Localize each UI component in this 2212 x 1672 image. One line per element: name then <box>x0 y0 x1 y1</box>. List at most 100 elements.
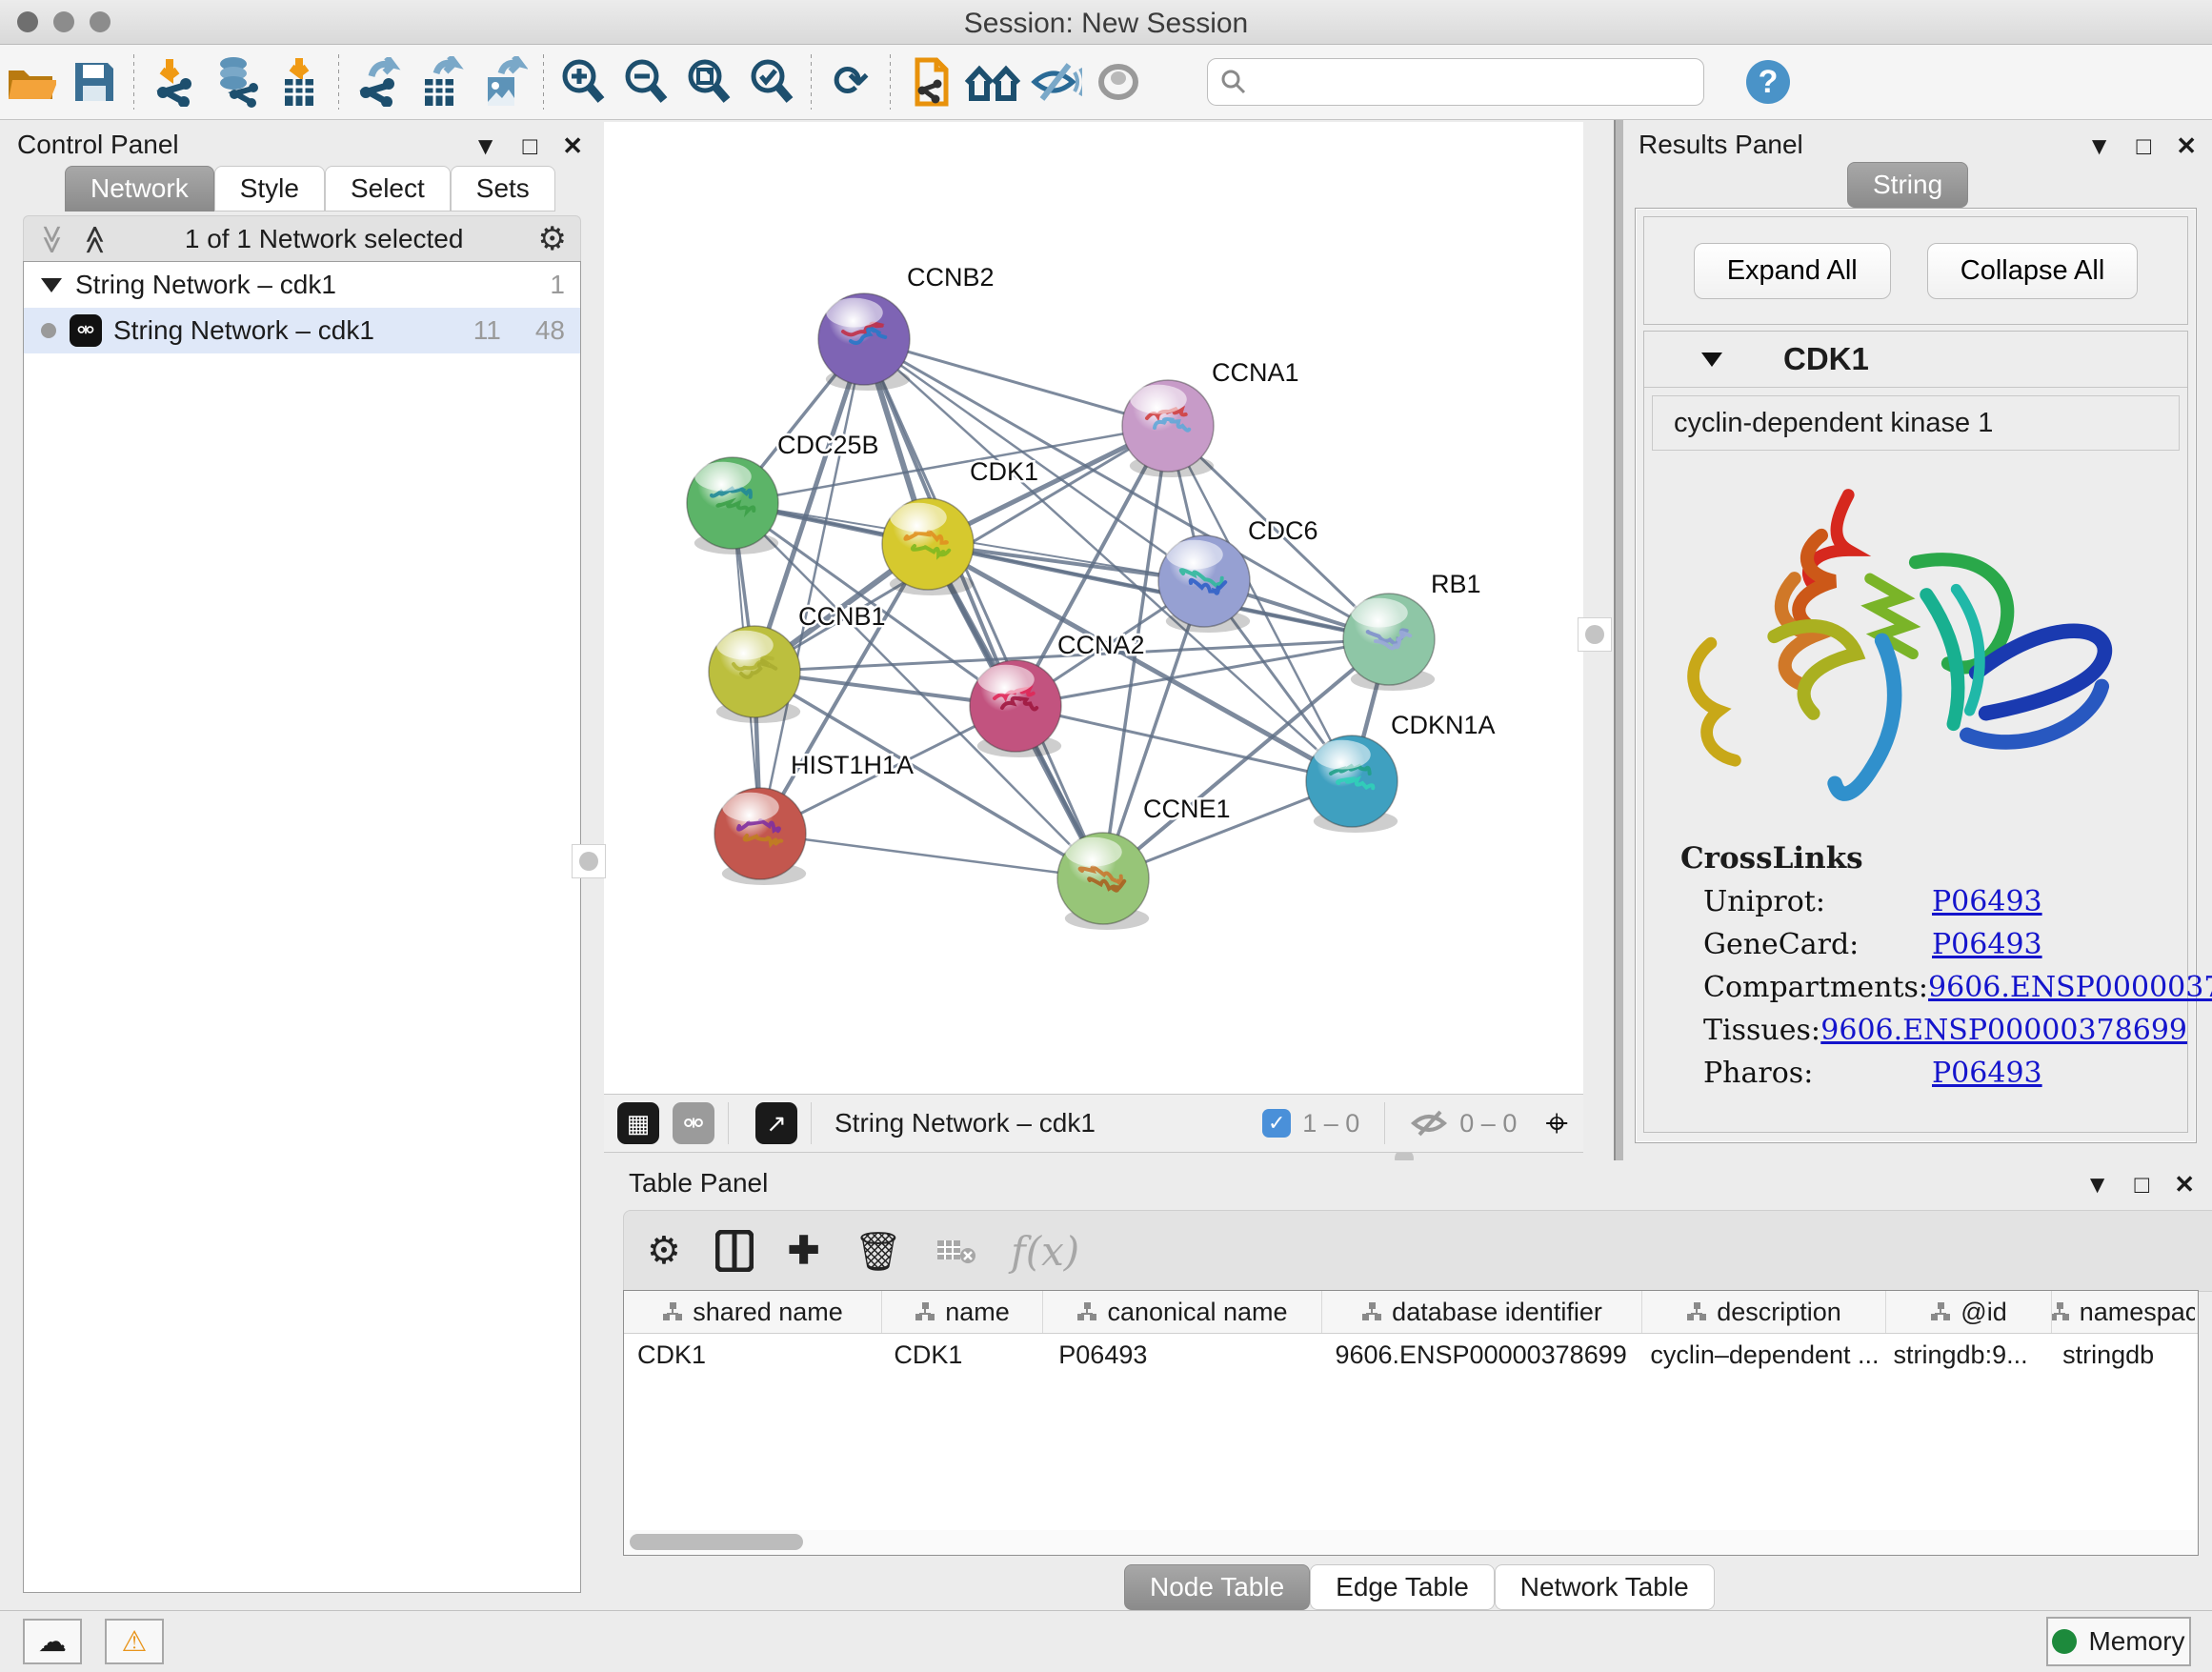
table-horizontal-scrollbar[interactable] <box>623 1530 2199 1556</box>
zoom-fit-button[interactable] <box>677 51 740 112</box>
tab-edge-table[interactable]: Edge Table <box>1310 1564 1495 1610</box>
cloud-status-button[interactable]: ☁ <box>23 1619 82 1664</box>
crosslink-genecard-link[interactable]: P06493 <box>1932 928 2042 961</box>
column-header[interactable]: @id <box>1886 1291 2052 1333</box>
import-network-button[interactable] <box>142 51 205 112</box>
show-columns-icon[interactable] <box>715 1230 754 1272</box>
column-header[interactable]: canonical name <box>1043 1291 1322 1333</box>
results-panel-menu-icon[interactable]: ▼ <box>2087 131 2112 161</box>
network-graph[interactable]: CCNB2CCNA1CDC25BCDK1CDC6RB1CCNB1CCNA2CDK… <box>604 122 1583 1094</box>
cell-description[interactable]: cyclin–dependent ... <box>1637 1334 1880 1376</box>
node-details-header[interactable]: CDK1 <box>1644 332 2187 388</box>
export-image-icon <box>480 56 528 108</box>
export-network-button[interactable] <box>347 51 410 112</box>
hide-selected-button[interactable] <box>1024 51 1087 112</box>
table-panel-float-icon[interactable]: □ <box>2134 1170 2149 1199</box>
column-header[interactable]: database identifier <box>1322 1291 1642 1333</box>
selected-nodes-checkbox-icon[interactable]: ✓ <box>1262 1109 1291 1138</box>
network-canvas[interactable]: CCNB2CCNA1CDC25BCDK1CDC6RB1CCNB1CCNA2CDK… <box>604 122 1583 1094</box>
tab-network[interactable]: Network <box>65 166 214 212</box>
crosslink-compartments-link[interactable]: 9606.ENSP00000378699 <box>1928 971 2212 1004</box>
column-header[interactable]: name <box>882 1291 1043 1333</box>
zoom-in-button[interactable] <box>552 51 614 112</box>
memory-button[interactable]: Memory <box>2046 1617 2191 1666</box>
warnings-button[interactable]: ⚠ <box>105 1619 164 1664</box>
network-share-icon[interactable]: ⚮ <box>673 1102 714 1144</box>
cell-id[interactable]: stringdb:9... <box>1880 1334 2050 1376</box>
node-CDKN1A[interactable]: CDKN1A <box>1306 711 1496 833</box>
table-row[interactable]: CDK1 CDK1 P06493 9606.ENSP00000378699 cy… <box>624 1334 2198 1376</box>
delete-column-icon[interactable]: 🗑 <box>854 1229 902 1274</box>
column-header[interactable]: namespac <box>2052 1291 2195 1333</box>
cell-name[interactable]: CDK1 <box>880 1334 1045 1376</box>
node-HIST1H1A[interactable]: HIST1H1A <box>714 751 914 885</box>
control-panel-float-icon[interactable]: □ <box>522 131 537 161</box>
right-splitter-grip[interactable] <box>1578 617 1612 652</box>
left-splitter-grip[interactable] <box>572 844 606 878</box>
crosslink-uniprot-link[interactable]: P06493 <box>1932 885 2042 918</box>
zoom-selected-button[interactable] <box>740 51 803 112</box>
column-header[interactable]: shared name <box>624 1291 882 1333</box>
cell-database-identifier[interactable]: 9606.ENSP00000378699 <box>1321 1334 1637 1376</box>
results-panel-close-icon[interactable]: ✕ <box>2176 131 2197 161</box>
expand-all-button[interactable]: Expand All <box>1694 243 1891 299</box>
cell-shared-name[interactable]: CDK1 <box>624 1334 880 1376</box>
tab-style[interactable]: Style <box>214 166 325 212</box>
add-column-icon[interactable]: ✚ <box>788 1229 820 1273</box>
control-panel-menu-icon[interactable]: ▼ <box>473 131 498 161</box>
refresh-layout-button[interactable]: ⟳ <box>819 51 882 112</box>
scrollbar-thumb[interactable] <box>630 1534 803 1550</box>
crosslink-tissues-link[interactable]: 9606.ENSP00000378699 <box>1820 1014 2187 1047</box>
node-RB1[interactable]: RB1 <box>1343 570 1481 691</box>
node-CCNE1[interactable]: CCNE1 <box>1057 795 1231 930</box>
edge-HIST1H1A-CCNE1[interactable] <box>760 834 1103 878</box>
open-session-button[interactable] <box>0 51 63 112</box>
table-panel-close-icon[interactable]: ✕ <box>2174 1170 2195 1199</box>
edge-CDK1-RB1[interactable] <box>928 544 1389 639</box>
tab-sets[interactable]: Sets <box>451 166 555 212</box>
expand-all-networks-icon[interactable]: ≫ <box>79 224 112 253</box>
protein-structure-image <box>1646 454 2185 828</box>
node-CCNA2[interactable]: CCNA2 <box>970 631 1145 757</box>
node-CDC25B[interactable]: CDC25B <box>687 431 879 554</box>
collection-expand-icon[interactable] <box>41 278 62 292</box>
network-collection-row[interactable]: String Network – cdk1 1 <box>24 262 580 308</box>
show-all-button[interactable] <box>1087 51 1150 112</box>
tab-string[interactable]: String <box>1847 162 1968 208</box>
edge-CCNA2-CDKN1A[interactable] <box>1016 706 1352 781</box>
birds-eye-view-icon[interactable]: ▦ <box>617 1102 659 1144</box>
export-table-button[interactable] <box>410 51 473 112</box>
export-view-icon[interactable]: ↗ <box>755 1102 797 1144</box>
save-session-button[interactable] <box>63 51 126 112</box>
cell-namespace[interactable]: stringdb <box>2049 1334 2198 1376</box>
panel-splitter[interactable] <box>1614 120 1623 1160</box>
home-button[interactable] <box>961 51 1024 112</box>
node-CCNA1[interactable]: CCNA1 <box>1122 358 1299 477</box>
zoom-out-button[interactable] <box>614 51 677 112</box>
table-settings-gear-icon[interactable]: ⚙ <box>647 1229 681 1273</box>
control-panel-close-icon[interactable]: ✕ <box>562 131 583 161</box>
help-button[interactable]: ? <box>1746 60 1790 104</box>
network-row[interactable]: ⚮ String Network – cdk1 11 48 <box>24 308 580 353</box>
search-input[interactable] <box>1246 67 1692 98</box>
collapse-all-networks-icon[interactable]: ≫ <box>35 224 69 253</box>
node-CDC6[interactable]: CDC6 <box>1158 516 1318 633</box>
tab-network-table[interactable]: Network Table <box>1495 1564 1715 1610</box>
import-table-button[interactable] <box>268 51 331 112</box>
fit-selected-crosshair-icon[interactable]: ⌖ <box>1545 1100 1568 1147</box>
results-panel-float-icon[interactable]: □ <box>2136 131 2151 161</box>
crosslink-pharos-link[interactable]: P06493 <box>1932 1057 2042 1090</box>
export-image-button[interactable] <box>473 51 535 112</box>
network-options-gear-icon[interactable]: ⚙ <box>538 220 567 258</box>
table-panel-menu-icon[interactable]: ▼ <box>2085 1170 2110 1199</box>
collapse-all-button[interactable]: Collapse All <box>1927 243 2139 299</box>
node-collapse-icon[interactable] <box>1701 353 1722 367</box>
tab-node-table[interactable]: Node Table <box>1124 1564 1310 1610</box>
edge-CCNB2-CCNA1[interactable] <box>864 339 1168 426</box>
open-string-doc-button[interactable] <box>898 51 961 112</box>
cell-canonical-name[interactable]: P06493 <box>1045 1334 1321 1376</box>
column-header[interactable]: description <box>1642 1291 1886 1333</box>
node-CCNB2[interactable]: CCNB2 <box>818 263 995 391</box>
import-network-database-button[interactable] <box>205 51 268 112</box>
tab-select[interactable]: Select <box>325 166 451 212</box>
